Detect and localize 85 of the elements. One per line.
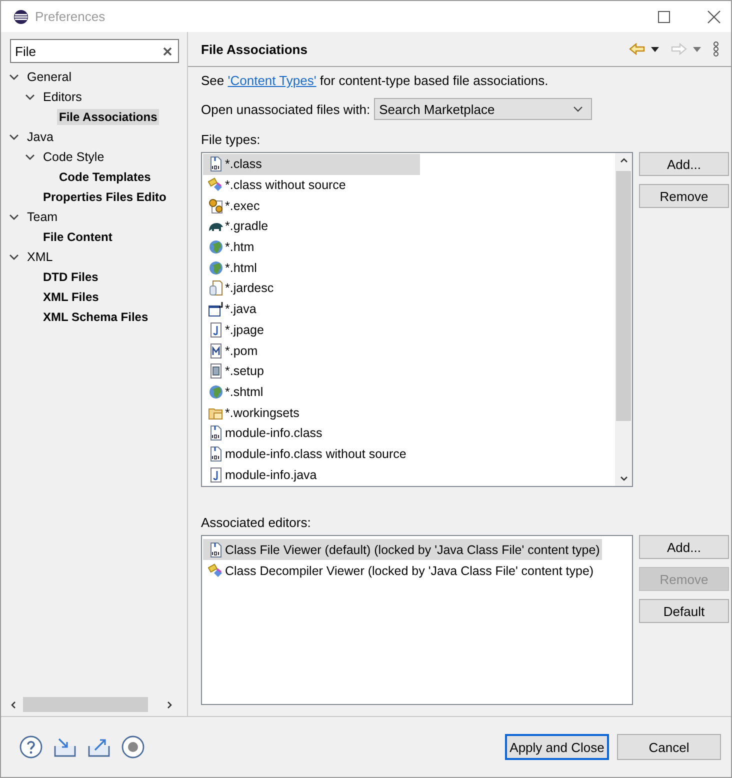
list-item[interactable]: module-info.java xyxy=(203,464,319,485)
tree-item[interactable]: Properties Files Edito xyxy=(41,189,168,205)
expand-chevron-icon[interactable] xyxy=(9,212,19,222)
list-item[interactable]: *.gradle xyxy=(203,216,270,237)
tree-item[interactable]: Editors xyxy=(41,89,84,105)
scroll-up-icon[interactable] xyxy=(620,157,628,165)
maximize-button[interactable] xyxy=(657,10,671,24)
chevron-down-icon xyxy=(573,106,584,112)
globe-file-icon xyxy=(208,239,224,256)
list-action-button[interactable]: Add... xyxy=(639,535,729,559)
binary-file-icon xyxy=(208,542,224,558)
back-arrow-icon[interactable] xyxy=(629,43,645,55)
globe-file-icon xyxy=(208,260,224,276)
close-button[interactable] xyxy=(707,10,721,24)
binary-file-icon xyxy=(208,156,224,172)
tree-item[interactable]: General xyxy=(25,69,74,85)
record-icon[interactable] xyxy=(121,735,145,759)
import-icon[interactable] xyxy=(53,736,77,758)
clear-icon[interactable] xyxy=(163,47,172,56)
tree-item[interactable]: XML xyxy=(25,249,55,265)
setup-file-icon xyxy=(208,363,224,380)
section-label: File types: xyxy=(201,132,262,147)
dialog-button[interactable]: Cancel xyxy=(617,734,721,760)
expand-chevron-icon[interactable] xyxy=(9,72,19,82)
export-icon[interactable] xyxy=(87,736,111,758)
list-item[interactable]: *.setup xyxy=(203,360,266,382)
list-item[interactable]: *.jpage xyxy=(203,320,266,340)
list-item[interactable]: *.shtml xyxy=(203,382,266,402)
java-file-icon xyxy=(208,301,224,318)
expand-chevron-icon[interactable] xyxy=(9,132,19,142)
tree-item[interactable]: Code Style xyxy=(41,149,106,165)
list-item[interactable]: *.pom xyxy=(203,340,260,361)
tree-item[interactable]: File Content xyxy=(41,229,114,245)
open-with-dropdown[interactable]: Search Marketplace xyxy=(374,98,592,120)
list-item[interactable]: *.jardesc xyxy=(203,278,276,299)
vertical-scrollbar[interactable] xyxy=(615,153,632,486)
expand-chevron-icon[interactable] xyxy=(25,92,35,102)
filter-field[interactable]: File xyxy=(10,39,179,63)
tree-item[interactable]: File Associations xyxy=(57,109,160,125)
list-action-button[interactable]: Default xyxy=(639,599,729,623)
scroll-left-icon[interactable] xyxy=(10,700,18,708)
content-types-link[interactable]: 'Content Types' xyxy=(228,73,316,88)
mfile-file-icon xyxy=(208,342,224,359)
binary-file-icon xyxy=(208,425,224,442)
scroll-right-icon[interactable] xyxy=(165,700,173,708)
expand-chevron-icon[interactable] xyxy=(9,252,19,262)
list-action-button[interactable]: Remove xyxy=(639,184,729,208)
open-with-label: Open unassociated files with: xyxy=(201,102,370,116)
list-item[interactable]: *.exec xyxy=(203,195,262,216)
list-item[interactable]: module-info.class without source xyxy=(203,444,408,464)
list-item[interactable]: *.workingsets xyxy=(203,402,302,423)
window-title: Preferences xyxy=(35,9,106,24)
expand-chevron-icon[interactable] xyxy=(25,152,35,162)
list-item[interactable]: *.class without source xyxy=(203,174,348,196)
tree-item[interactable]: DTD Files xyxy=(41,269,100,285)
list-action-button[interactable]: Add... xyxy=(639,152,729,176)
binary-file-icon xyxy=(208,446,224,462)
dialog-button[interactable]: Apply and Close xyxy=(505,734,609,760)
more-options-icon[interactable] xyxy=(713,41,719,57)
dropdown-caret-icon[interactable] xyxy=(651,46,659,52)
decompiler-file-icon xyxy=(208,562,224,578)
list-item[interactable]: *.htm xyxy=(203,236,256,258)
tree-item[interactable]: Team xyxy=(25,209,60,225)
section-label: Associated editors: xyxy=(201,515,312,530)
list-item[interactable]: *.class xyxy=(203,154,420,175)
app-logo-icon xyxy=(13,8,29,24)
tree-item[interactable]: Java xyxy=(25,129,56,145)
scroll-down-icon[interactable] xyxy=(620,474,628,482)
tree-item[interactable]: XML Files xyxy=(41,289,101,305)
globe-file-icon xyxy=(208,384,224,400)
help-icon[interactable] xyxy=(19,735,43,759)
jar-file-icon xyxy=(208,280,224,296)
tree-item[interactable]: XML Schema Files xyxy=(41,309,150,325)
jfile-file-icon xyxy=(208,322,224,338)
intro-text: See 'Content Types' for content-type based file associations. xyxy=(201,73,550,88)
list-item[interactable]: module-info.class xyxy=(203,422,324,444)
list-item[interactable]: Class File Viewer (default) (locked by 'Java Class File' content type) xyxy=(203,539,602,560)
gears-file-icon xyxy=(208,198,224,214)
decompiler-file-icon xyxy=(208,177,224,194)
jfile-file-icon xyxy=(208,466,224,483)
list-item[interactable]: *.java xyxy=(203,298,258,320)
list-item[interactable]: Class Decompiler Viewer (locked by 'Java Class File' content type) xyxy=(203,560,596,581)
list-item[interactable]: *.html xyxy=(203,257,259,278)
tree-item[interactable]: Code Templates xyxy=(57,169,153,185)
page-title: File Associations xyxy=(201,42,308,56)
